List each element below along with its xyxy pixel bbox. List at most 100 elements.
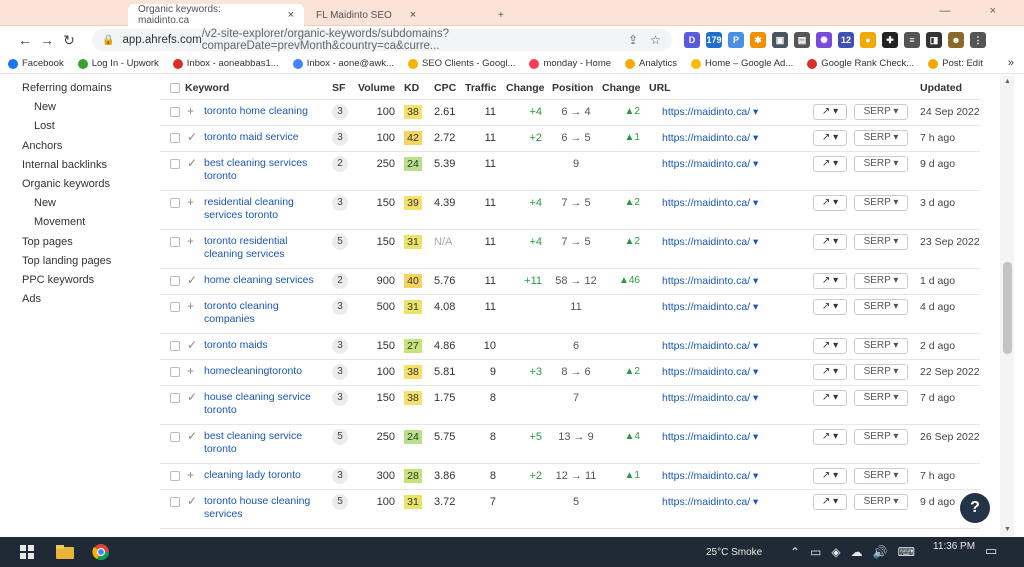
check-icon[interactable]: ✓ [187,494,197,508]
url-link[interactable]: https://maidinto.ca/ ▾ [662,301,758,313]
serp-dropdown-button[interactable]: SERP ▾ [854,195,908,211]
trend-dropdown-button[interactable]: ↗ ▾ [813,429,847,445]
close-icon[interactable]: × [410,9,416,21]
extension-icon[interactable]: P [728,32,744,48]
trend-dropdown-button[interactable]: ↗ ▾ [813,494,847,510]
serp-dropdown-button[interactable]: SERP ▾ [854,364,908,380]
tab-organic-keywords[interactable]: Organic keywords: maidinto.ca × [128,4,304,26]
bookmark-item[interactable]: Log In - Upwork [77,58,159,69]
windows-start-icon[interactable] [20,545,34,563]
bookmark-item[interactable]: Facebook [8,58,64,69]
sf-badge[interactable]: 5 [332,494,348,510]
sf-badge[interactable]: 3 [332,195,348,211]
row-checkbox[interactable] [170,341,180,351]
file-explorer-icon[interactable] [56,544,74,562]
chrome-icon[interactable] [92,543,110,561]
row-checkbox[interactable] [170,432,180,442]
bookmark-item[interactable]: Inbox - aone@awk... [292,58,394,69]
extension-icon[interactable]: ▤ [794,32,810,48]
bookmark-item[interactable]: Analytics [625,58,677,69]
url-link[interactable]: https://maidinto.ca/ ▾ [662,197,758,209]
trend-dropdown-button[interactable]: ↗ ▾ [813,338,847,354]
sf-badge[interactable]: 3 [332,390,348,406]
header-sf[interactable]: SF [332,82,345,94]
sf-badge[interactable]: 3 [332,364,348,380]
row-checkbox[interactable] [170,367,180,377]
extension-icon[interactable]: D [684,32,700,48]
keyword-link[interactable]: toronto maid service [204,131,324,144]
row-checkbox[interactable] [170,497,180,507]
extension-icon[interactable]: ● [860,32,876,48]
keyword-link[interactable]: cleaning lady toronto [204,469,324,482]
trend-dropdown-button[interactable]: ↗ ▾ [813,273,847,289]
tab-maidinto-seo[interactable]: FL Maidinto SEO × [306,4,482,26]
select-all-checkbox[interactable] [170,83,180,93]
sf-badge[interactable]: 3 [332,299,348,315]
plus-icon[interactable]: + [187,104,194,118]
share-icon[interactable]: ⇪ [628,33,638,47]
serp-dropdown-button[interactable]: SERP ▾ [854,494,908,510]
notification-icon[interactable]: ▭ [985,543,997,559]
header-updated[interactable]: Updated [920,82,962,94]
plus-icon[interactable]: + [187,195,194,209]
keyword-link[interactable]: homecleaningtoronto [204,365,324,378]
close-icon[interactable]: × [288,9,294,21]
sf-badge[interactable]: 5 [332,429,348,445]
sidebar-item[interactable]: Movement [34,216,85,228]
serp-dropdown-button[interactable]: SERP ▾ [854,390,908,406]
keyword-link[interactable]: toronto residential cleaning services [204,235,324,261]
row-checkbox[interactable] [170,159,180,169]
trend-dropdown-button[interactable]: ↗ ▾ [813,130,847,146]
extension-icon[interactable]: ✺ [816,32,832,48]
sf-badge[interactable]: 3 [332,104,348,120]
sidebar-item[interactable]: Anchors [22,140,62,152]
check-icon[interactable]: ✓ [187,338,197,352]
extension-icon[interactable]: ☻ [948,32,964,48]
serp-dropdown-button[interactable]: SERP ▾ [854,104,908,120]
extension-icon[interactable]: ✱ [750,32,766,48]
check-icon[interactable]: ✓ [187,130,197,144]
check-icon[interactable]: ✓ [187,156,197,170]
bookmark-item[interactable]: Google Rank Check... [807,58,914,69]
keyword-link[interactable]: residential cleaning services toronto [204,196,324,222]
header-position[interactable]: Position [552,82,593,94]
check-icon[interactable]: ✓ [187,429,197,443]
header-url[interactable]: URL [649,82,671,94]
url-link[interactable]: https://maidinto.ca/ ▾ [662,132,758,144]
row-checkbox[interactable] [170,471,180,481]
keyword-link[interactable]: toronto cleaning companies [204,300,324,326]
sidebar-item[interactable]: Top landing pages [22,255,111,267]
bookmark-item[interactable]: monday - Home [529,58,611,69]
extension-icon[interactable]: 179 [706,32,722,48]
weather-text[interactable]: 25°C Smoke [706,547,762,558]
sidebar-item[interactable]: New [34,197,56,209]
keyword-link[interactable]: home cleaning services [204,274,324,287]
url-link[interactable]: https://maidinto.ca/ ▾ [662,106,758,118]
trend-dropdown-button[interactable]: ↗ ▾ [813,468,847,484]
tray-icons[interactable]: ⌃▭◈☁🔊⌨ [790,545,925,559]
url-link[interactable]: https://maidinto.ca/ ▾ [662,431,758,443]
bookmarks-more-icon[interactable]: » [1008,57,1014,69]
sidebar-item[interactable]: Internal backlinks [22,159,107,171]
url-link[interactable]: https://maidinto.ca/ ▾ [662,470,758,482]
trend-dropdown-button[interactable]: ↗ ▾ [813,364,847,380]
sf-badge[interactable]: 2 [332,156,348,172]
keyword-link[interactable]: best cleaning services toronto [204,157,324,183]
clock[interactable]: 11:36 PM [933,541,975,552]
extension-icon[interactable]: ▣ [772,32,788,48]
row-checkbox[interactable] [170,237,180,247]
url-link[interactable]: https://maidinto.ca/ ▾ [662,275,758,287]
sf-badge[interactable]: 5 [332,234,348,250]
sidebar-item[interactable]: Top pages [22,236,73,248]
keyword-link[interactable]: house cleaning service toronto [204,391,324,417]
plus-icon[interactable]: + [187,364,194,378]
header-cpc[interactable]: CPC [434,82,456,94]
sf-badge[interactable]: 3 [332,130,348,146]
url-link[interactable]: https://maidinto.ca/ ▾ [662,158,758,170]
forward-arrow-icon[interactable]: → [36,32,58,48]
serp-dropdown-button[interactable]: SERP ▾ [854,468,908,484]
header-kd[interactable]: KD [404,82,419,94]
back-arrow-icon[interactable]: ← [14,32,36,48]
sf-badge[interactable]: 3 [332,468,348,484]
trend-dropdown-button[interactable]: ↗ ▾ [813,156,847,172]
